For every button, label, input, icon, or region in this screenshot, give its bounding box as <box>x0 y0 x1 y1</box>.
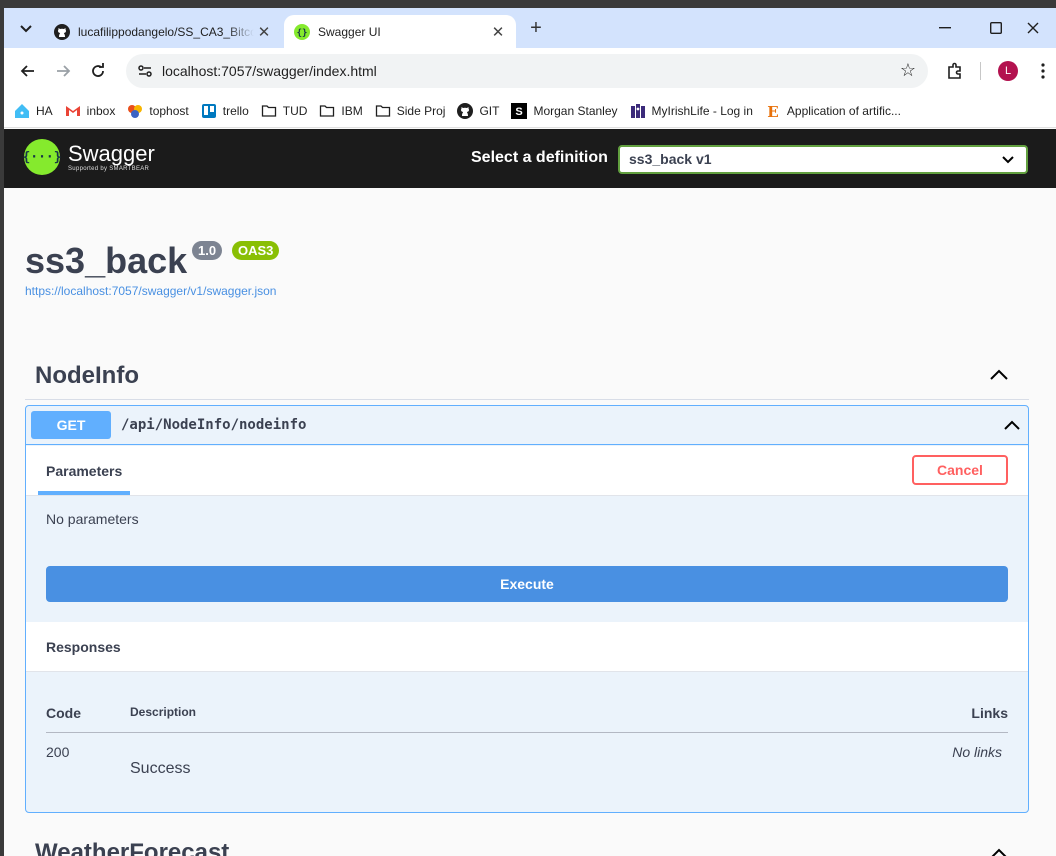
tab-swagger-ui[interactable]: {} Swagger UI ✕ <box>284 15 516 48</box>
e-icon: E <box>767 103 778 119</box>
bookmark-ha[interactable]: HA <box>14 103 53 119</box>
tab-title: Swagger UI <box>318 24 381 39</box>
chevron-down-icon <box>1002 147 1014 172</box>
tophost-icon <box>128 104 143 118</box>
bookmark-folder-ibm[interactable]: IBM <box>319 103 363 119</box>
api-title: ss3_back <box>25 240 188 281</box>
tag-weatherforecast-header[interactable]: WeatherForecast <box>25 826 1029 856</box>
bookmark-folder-side-proj[interactable]: Side Proj <box>375 103 445 119</box>
tag-nodeinfo-header[interactable]: NodeInfo <box>25 353 1029 400</box>
bookmark-git[interactable]: GIT <box>457 102 499 119</box>
browser-window: lucafilippodangelo/SS_CA3_Bitcoin ✕ {} S… <box>4 8 1056 856</box>
responses-table: Code Description Links 200 Success No li… <box>46 696 1008 783</box>
swagger-topbar: {···} Swagger Supported by SMARTBEAR Sel… <box>4 129 1056 188</box>
response-code: 200 <box>46 744 70 760</box>
gmail-icon <box>65 105 80 116</box>
logo-sub: Supported by SMARTBEAR <box>68 166 150 172</box>
back-arrow-icon[interactable] <box>14 57 42 85</box>
url-text[interactable]: localhost:7057/swagger/index.html <box>162 63 377 79</box>
chevron-up-icon[interactable] <box>987 363 1011 387</box>
folder-icon <box>261 104 276 117</box>
bookmark-morgan-stanley[interactable]: S Morgan Stanley <box>511 102 618 119</box>
column-header-description: Description <box>130 705 197 719</box>
chevron-up-icon[interactable] <box>987 842 1011 856</box>
column-header-links: Links <box>971 705 1008 721</box>
tag-name: WeatherForecast <box>35 839 230 856</box>
response-description: Success <box>130 760 191 777</box>
swagger-logo[interactable]: {···} Swagger Supported by SMARTBEAR <box>22 139 155 175</box>
tag-name: NodeInfo <box>35 362 139 389</box>
address-bar[interactable]: localhost:7057/swagger/index.html ☆ <box>126 54 928 88</box>
cancel-button[interactable]: Cancel <box>912 455 1008 485</box>
tab-github[interactable]: lucafilippodangelo/SS_CA3_Bitcoin ✕ <box>44 15 282 48</box>
bookmark-star-icon[interactable]: ☆ <box>900 60 916 81</box>
table-row: 200 Success No links <box>46 733 1008 783</box>
responses-title: Responses <box>46 639 121 655</box>
tab-parameters[interactable]: Parameters <box>46 463 122 479</box>
definition-label: Select a definition <box>471 149 608 166</box>
folder-icon <box>375 104 390 117</box>
operation-get-nodeinfo: GET /api/NodeInfo/nodeinfo Parameters Ca… <box>25 405 1029 813</box>
bookmark-tophost[interactable]: tophost <box>127 103 189 119</box>
api-spec-link[interactable]: https://localhost:7057/swagger/v1/swagge… <box>25 284 276 298</box>
bookmark-folder-tud[interactable]: TUD <box>261 103 307 119</box>
table-header: Code Description Links <box>46 696 1008 733</box>
profile-avatar[interactable]: L <box>994 57 1022 85</box>
oas-badge: OAS3 <box>232 241 280 260</box>
minimize-icon[interactable] <box>922 16 968 40</box>
execute-button[interactable]: Execute <box>46 566 1008 602</box>
forward-arrow-icon[interactable] <box>49 57 77 85</box>
svg-text:E: E <box>767 103 778 119</box>
tab-title: lucafilippodangelo/SS_CA3_Bitcoin <box>78 24 254 39</box>
new-tab-button[interactable]: + <box>524 17 548 41</box>
logo-name: Swagger <box>68 141 155 166</box>
chevron-up-icon[interactable] <box>1002 415 1022 435</box>
tab-close-icon[interactable]: ✕ <box>488 23 508 41</box>
extensions-icon[interactable] <box>941 57 969 85</box>
bookmark-myirishlife[interactable]: MyIrishLife - Log in <box>630 103 753 119</box>
definition-select[interactable]: ss3_back v1 <box>618 145 1028 174</box>
definition-value: ss3_back v1 <box>629 151 712 167</box>
svg-text:S: S <box>516 106 523 118</box>
column-header-code: Code <box>46 705 81 721</box>
swagger-main: ss3_back 1.0 OAS3 https://localhost:7057… <box>4 188 1056 856</box>
github-icon <box>54 23 70 40</box>
swagger-favicon-icon: {} <box>294 23 310 40</box>
bookmark-trello[interactable]: trello <box>201 103 249 119</box>
operation-path: /api/NodeInfo/nodeinfo <box>121 417 307 433</box>
bookmark-inbox[interactable]: inbox <box>65 103 115 119</box>
toolbar-separator <box>980 62 981 80</box>
method-badge: GET <box>31 411 111 439</box>
responses-section-header: Responses <box>26 622 1028 672</box>
trello-icon <box>201 103 216 118</box>
github-icon <box>457 102 474 119</box>
tab-underline <box>38 491 130 495</box>
profile-initial: L <box>998 61 1018 81</box>
tab-close-icon[interactable]: ✕ <box>254 23 274 41</box>
home-assistant-icon <box>15 103 29 118</box>
swagger-logo-icon: {···} <box>22 139 62 175</box>
version-badge: 1.0 <box>192 241 223 260</box>
response-links: No links <box>952 744 1002 760</box>
irishlife-icon <box>630 103 645 118</box>
svg-text:{}: {} <box>297 28 308 38</box>
operation-summary[interactable]: GET /api/NodeInfo/nodeinfo <box>26 406 1028 445</box>
parameters-section-header: Parameters Cancel <box>26 446 1028 496</box>
more-menu-icon[interactable] <box>1029 57 1056 85</box>
site-info-icon[interactable] <box>136 62 154 80</box>
bookmarks-bar: HA inbox tophost trello TUD IBM Side Pro… <box>4 94 1056 128</box>
reload-icon[interactable] <box>84 57 112 85</box>
tab-search-chevron-icon[interactable] <box>12 15 40 43</box>
close-window-icon[interactable] <box>1010 16 1056 40</box>
folder-icon <box>320 104 335 117</box>
tab-strip: lucafilippodangelo/SS_CA3_Bitcoin ✕ {} S… <box>4 8 1056 48</box>
browser-toolbar: localhost:7057/swagger/index.html ☆ L <box>4 48 1056 94</box>
no-parameters-text: No parameters <box>46 511 139 527</box>
morgan-stanley-icon: S <box>511 102 528 119</box>
bookmark-application-of-artific[interactable]: E Application of artific... <box>765 103 901 119</box>
